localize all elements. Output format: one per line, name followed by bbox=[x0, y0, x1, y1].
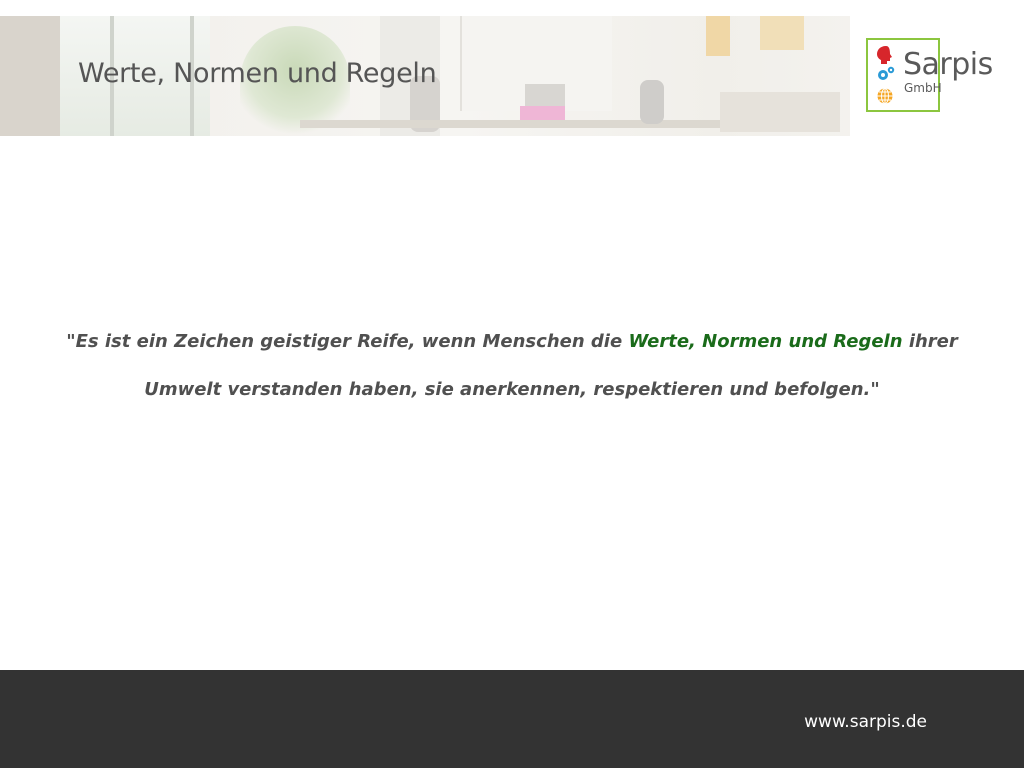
banner-wall bbox=[0, 16, 60, 136]
footer-bar: www.sarpis.de bbox=[0, 670, 1024, 768]
quote-part-1: "Es ist ein Zeichen geistiger Reife, wen… bbox=[66, 331, 629, 352]
logo-suffix: GmbH bbox=[904, 81, 942, 95]
banner-pink-folder bbox=[520, 106, 565, 120]
slide: Werte, Normen und Regeln Sarpis GmbH "Es… bbox=[0, 0, 1024, 768]
quote-line-2: Umwelt verstanden haben, sie anerkennen,… bbox=[144, 379, 880, 400]
website-link[interactable]: www.sarpis.de bbox=[804, 712, 927, 732]
banner-wall-picture bbox=[760, 16, 804, 50]
logo-name: Sarpis bbox=[903, 47, 993, 82]
quote-text: "Es ist ein Zeichen geistiger Reife, wen… bbox=[62, 318, 962, 414]
banner-shelf bbox=[720, 92, 840, 132]
banner-chair bbox=[640, 80, 664, 124]
company-logo[interactable]: Sarpis GmbH bbox=[866, 38, 1016, 118]
quote-line-1: "Es ist ein Zeichen geistiger Reife, wen… bbox=[62, 318, 962, 366]
logo-symbol-icon bbox=[877, 46, 895, 104]
quote-part-2: ihrer bbox=[902, 331, 958, 352]
page-title: Werte, Normen und Regeln bbox=[78, 58, 437, 89]
banner-wall-picture bbox=[706, 16, 730, 56]
quote-highlight: Werte, Normen und Regeln bbox=[628, 331, 903, 352]
banner-monitor bbox=[525, 84, 565, 108]
